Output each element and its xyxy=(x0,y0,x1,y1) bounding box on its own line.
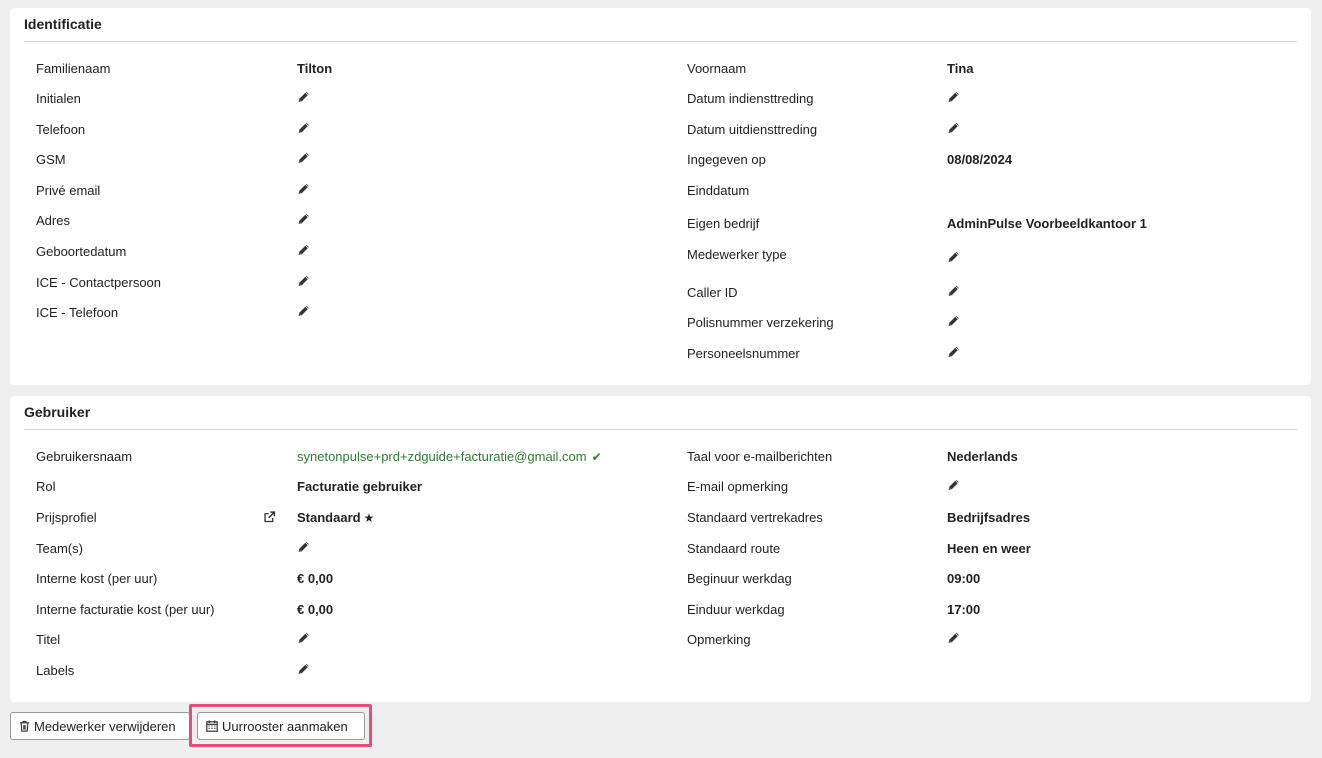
label-route: Standaard route xyxy=(687,541,781,556)
label-caller-id: Caller ID xyxy=(687,285,738,300)
label-datum-uitdiensttreding: Datum uitdiensttreding xyxy=(687,122,818,137)
value-taal: Nederlands xyxy=(947,449,1018,464)
star-icon: ★ xyxy=(363,511,375,525)
label-geboortedatum: Geboortedatum xyxy=(36,244,127,259)
edit-ice-telefoon-pencil-icon[interactable] xyxy=(297,305,310,318)
label-voornaam: Voornaam xyxy=(687,61,747,76)
create-schedule-button[interactable]: Uurrooster aanmaken xyxy=(197,712,365,740)
edit-datum-uitdiensttreding-pencil-icon[interactable] xyxy=(947,122,960,135)
edit-prive-email-pencil-icon[interactable] xyxy=(297,183,310,196)
label-vertrekadres: Standaard vertrekadres xyxy=(687,510,823,525)
label-adres: Adres xyxy=(36,213,70,228)
label-labels: Labels xyxy=(36,663,75,678)
label-gsm: GSM xyxy=(36,152,66,167)
label-einddatum: Einddatum xyxy=(687,183,750,198)
edit-polisnummer-pencil-icon[interactable] xyxy=(947,315,960,328)
edit-gsm-pencil-icon[interactable] xyxy=(297,152,310,165)
value-interne-kost: € 0,00 xyxy=(297,571,334,586)
edit-personeelsnummer-pencil-icon[interactable] xyxy=(947,346,960,359)
identificatie-card: Identificatie Familienaam Tilton Initial… xyxy=(10,8,1311,385)
value-beginuur: 09:00 xyxy=(947,571,981,586)
delete-employee-label: Medewerker verwijderen xyxy=(34,718,176,734)
label-interne-facturatie-kost: Interne facturatie kost (per uur) xyxy=(36,602,215,617)
value-voornaam: Tina xyxy=(947,61,974,76)
value-gebruikersnaam: synetonpulse+prd+zdguide+facturatie@gmai… xyxy=(297,449,602,465)
value-einduur: 17:00 xyxy=(947,602,981,617)
label-ingegeven-op: Ingegeven op xyxy=(687,152,766,167)
label-eigen-bedrijf: Eigen bedrijf xyxy=(687,216,760,231)
value-rol: Facturatie gebruiker xyxy=(297,479,422,494)
label-familienaam: Familienaam xyxy=(36,61,111,76)
value-route: Heen en weer xyxy=(947,541,1031,556)
label-gebruikersnaam: Gebruikersnaam xyxy=(36,449,133,464)
label-medewerker-type: Medewerker type xyxy=(687,247,787,262)
value-interne-facturatie-kost: € 0,00 xyxy=(297,602,334,617)
identificatie-title: Identificatie xyxy=(24,16,102,32)
gebruiker-card: Gebruiker Gebruikersnaam synetonpulse+pr… xyxy=(10,396,1311,702)
label-prive-email: Privé email xyxy=(36,183,101,198)
edit-adres-pencil-icon[interactable] xyxy=(297,213,310,226)
label-initialen: Initialen xyxy=(36,91,81,106)
edit-telefoon-pencil-icon[interactable] xyxy=(297,122,310,135)
value-prijsprofiel: Standaard ★ xyxy=(297,510,374,526)
external-link-icon[interactable] xyxy=(263,511,276,524)
label-telefoon: Telefoon xyxy=(36,122,86,137)
label-teams: Team(s) xyxy=(36,541,83,556)
label-personeelsnummer: Personeelsnummer xyxy=(687,346,800,361)
edit-geboortedatum-pencil-icon[interactable] xyxy=(297,244,310,257)
label-titel: Titel xyxy=(36,632,61,647)
label-prijsprofiel: Prijsprofiel xyxy=(36,510,97,525)
label-email-opmerking: E-mail opmerking xyxy=(687,479,789,494)
label-rol: Rol xyxy=(36,479,56,494)
create-schedule-label: Uurrooster aanmaken xyxy=(222,718,348,734)
prijsprofiel-text: Standaard xyxy=(297,510,361,525)
edit-medewerker-type-pencil-icon[interactable] xyxy=(947,251,960,264)
label-ice-contactpersoon: ICE - Contactpersoon xyxy=(36,275,162,290)
label-interne-kost: Interne kost (per uur) xyxy=(36,571,158,586)
label-datum-indiensttreding: Datum indiensttreding xyxy=(687,91,814,106)
edit-caller-id-pencil-icon[interactable] xyxy=(947,285,960,298)
label-beginuur: Beginuur werkdag xyxy=(687,571,792,586)
label-einduur: Einduur werkdag xyxy=(687,602,785,617)
edit-titel-pencil-icon[interactable] xyxy=(297,632,310,645)
label-polisnummer: Polisnummer verzekering xyxy=(687,315,834,330)
value-familienaam: Tilton xyxy=(297,61,333,76)
edit-initialen-pencil-icon[interactable] xyxy=(297,91,310,104)
identificatie-divider xyxy=(24,41,1297,42)
delete-employee-button[interactable]: Medewerker verwijderen xyxy=(10,712,190,740)
gebruiker-divider xyxy=(24,429,1297,430)
label-opmerking: Opmerking xyxy=(687,632,751,647)
username-text: synetonpulse+prd+zdguide+facturatie@gmai… xyxy=(297,449,587,464)
trash-icon xyxy=(19,720,30,732)
gebruiker-title: Gebruiker xyxy=(24,404,91,420)
label-taal: Taal voor e-mailberichten xyxy=(687,449,833,464)
edit-datum-indiensttreding-pencil-icon[interactable] xyxy=(947,91,960,104)
calendar-icon xyxy=(206,720,218,732)
edit-ice-contactpersoon-pencil-icon[interactable] xyxy=(297,275,310,288)
label-ice-telefoon: ICE - Telefoon xyxy=(36,305,119,320)
edit-email-opmerking-pencil-icon[interactable] xyxy=(947,479,960,492)
edit-opmerking-pencil-icon[interactable] xyxy=(947,632,960,645)
value-eigen-bedrijf: AdminPulse Voorbeeldkantoor 1 xyxy=(947,216,1147,231)
verified-check-icon: ✔ xyxy=(591,450,602,464)
value-vertrekadres: Bedrijfsadres xyxy=(947,510,1031,525)
value-ingegeven-op: 08/08/2024 xyxy=(947,152,1013,167)
edit-teams-pencil-icon[interactable] xyxy=(297,541,310,554)
edit-labels-pencil-icon[interactable] xyxy=(297,663,310,676)
